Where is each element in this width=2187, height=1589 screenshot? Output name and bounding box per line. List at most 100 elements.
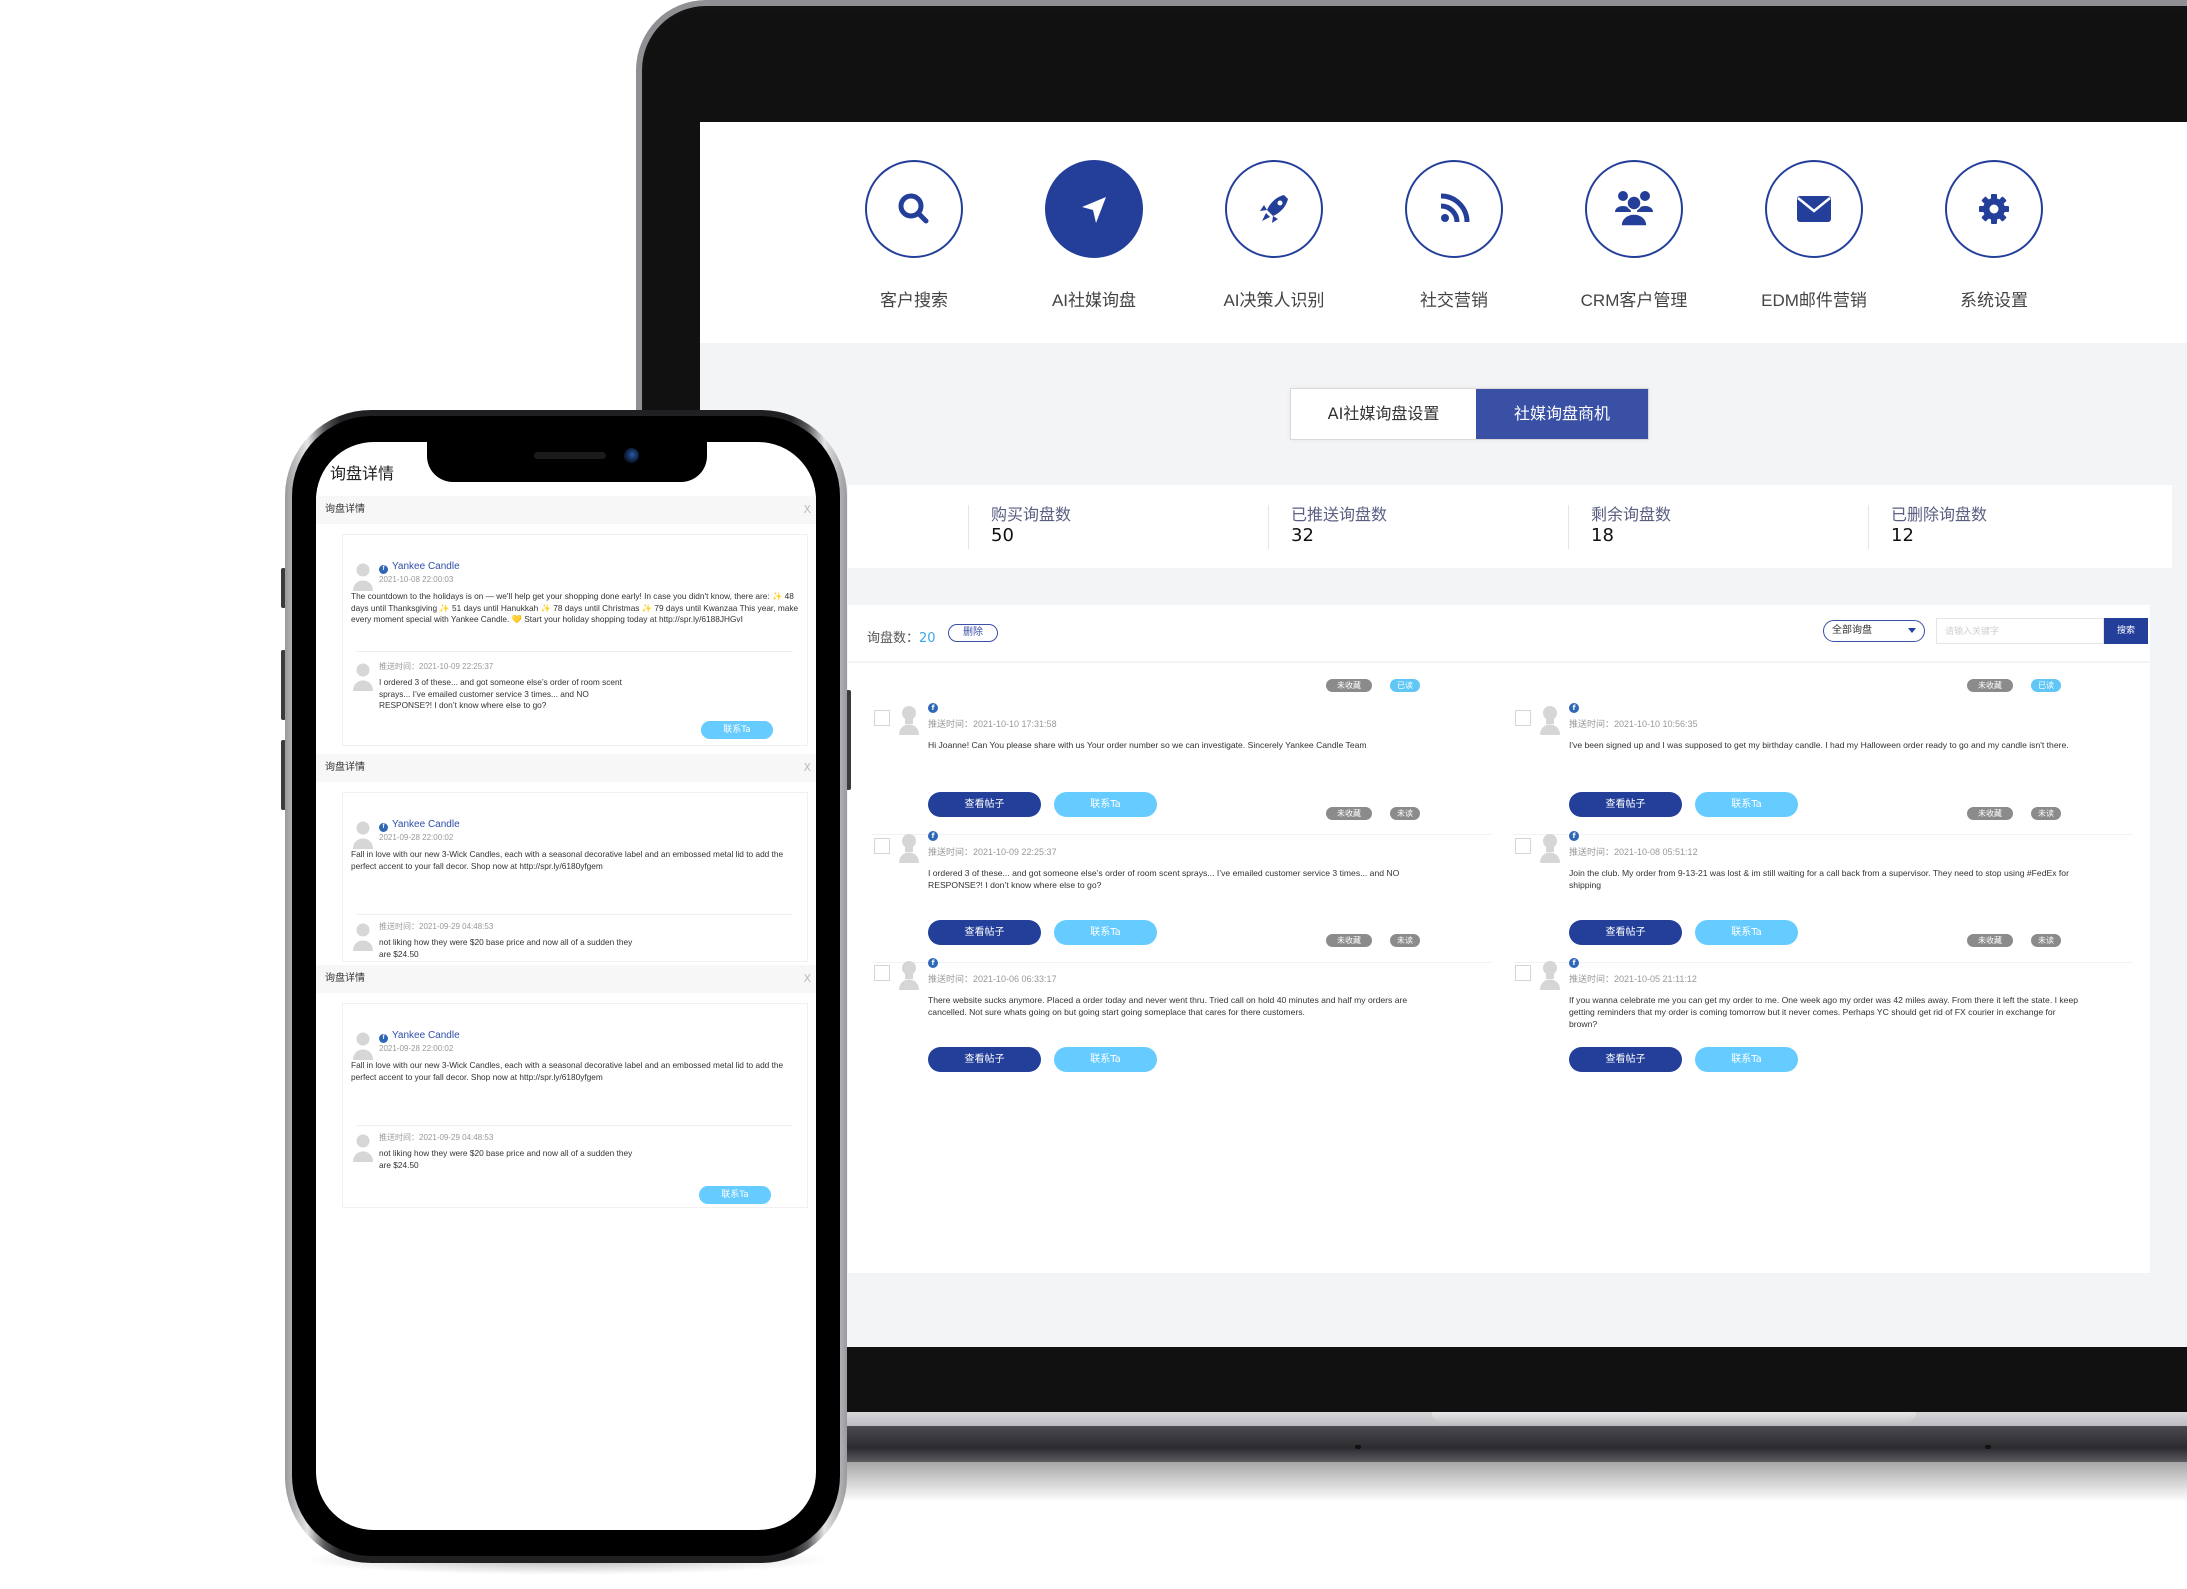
push-time: 推送时间：2021-10-05 21:11:12 [1569, 974, 1697, 984]
envelope-icon [1797, 196, 1831, 222]
stat-value: 32 [1291, 525, 1314, 546]
push-time: 推送时间：2021-10-10 17:31:58 [928, 719, 1057, 729]
nav-label: 社交营销 [1420, 291, 1488, 310]
inquiry-text: I've been signed up and I was supposed t… [1569, 740, 2069, 750]
search-icon [898, 193, 929, 224]
post-date: 2021-09-28 22:00:02 [379, 1044, 454, 1053]
avatar-placeholder-icon [898, 960, 920, 990]
read-status-badge: 已读 [2031, 679, 2061, 692]
tab-social-inquiry-leads[interactable]: 社媒询盘商机 [1476, 389, 1648, 439]
inquiry-card: 未收藏 未读 f 推送时间：2021-10-05 21:11:12 If you wan… [1503, 920, 2133, 1090]
favorite-status-badge[interactable]: 未收藏 [1967, 934, 2013, 947]
close-icon[interactable]: X [803, 754, 811, 782]
inquiry-count: 询盘数：20 [867, 627, 936, 646]
contact-button[interactable]: 联系Ta [701, 721, 773, 739]
nav-item-crm[interactable]: CRM客户管理 [1564, 160, 1704, 310]
section-divider [357, 1125, 793, 1126]
brand-name[interactable]: f Yankee Candle [379, 1030, 460, 1043]
close-icon[interactable]: X [803, 496, 811, 524]
read-status-badge: 已读 [1390, 679, 1420, 692]
close-icon[interactable]: X [803, 965, 811, 993]
modal-title: 询盘详情 [325, 762, 365, 773]
nav-item-ai-social-inquiry[interactable]: AI社媒询盘 [1024, 160, 1164, 310]
inquiry-text: If you wanna celebrate me you can get my… [1569, 995, 2079, 1029]
favorite-status-badge[interactable]: 未收藏 [1967, 679, 2013, 692]
select-checkbox[interactable] [874, 965, 890, 981]
post-text: Fall in love with our new 3-Wick Candles… [351, 849, 784, 871]
view-post-button[interactable]: 查看帖子 [928, 1047, 1041, 1072]
filter-value: 全部询盘 [1832, 625, 1872, 636]
favorite-status-badge[interactable]: 未收藏 [1326, 934, 1372, 947]
favorite-status-badge[interactable]: 未收藏 [1326, 807, 1372, 820]
stat-label: 已删除询盘数 [1891, 505, 1988, 524]
nav-item-social-marketing[interactable]: 社交营销 [1384, 160, 1524, 310]
nav-circle [1945, 160, 2043, 258]
modal-title: 询盘详情 [325, 973, 365, 984]
inquiry-filter-select[interactable]: 全部询盘 [1823, 620, 1925, 642]
facebook-icon: f [1569, 958, 1579, 968]
laptop-foot [1985, 1445, 1991, 1449]
nav-circle [1045, 160, 1143, 258]
stat-label: 购买询盘数 [991, 505, 1072, 524]
favorite-status-badge[interactable]: 未收藏 [1326, 679, 1372, 692]
phone-page-title: 询盘详情 [330, 464, 395, 483]
favorite-status-badge[interactable]: 未收藏 [1967, 807, 2013, 820]
avatar-placeholder-icon [353, 1032, 373, 1060]
facebook-icon: f [1569, 703, 1579, 713]
nav-label: AI社媒询盘 [1051, 291, 1137, 310]
laptop-foot [1355, 1445, 1361, 1449]
stat-label: 已推送询盘数 [1291, 505, 1388, 524]
count-value: 20 [919, 631, 936, 646]
phone-notch [427, 442, 707, 482]
facebook-icon: f [1569, 831, 1579, 841]
stat-value: 12 [1891, 525, 1914, 546]
post-text: The countdown to the holidays is on — we… [351, 591, 799, 624]
inquiry-card: 未收藏 未读 f 推送时间：2021-10-06 06:33:17 There webs… [862, 920, 1492, 1090]
contact-button[interactable]: 联系Ta [699, 1186, 771, 1204]
keyword-search-input[interactable] [1936, 618, 2104, 644]
avatar-placeholder-icon [1539, 705, 1561, 735]
avatar-placeholder-icon [353, 563, 373, 591]
laptop-screen: 客户搜索 AI社媒询盘 AI决策人识别 社交营销 CRM客户管理 EDM邮件营销… [700, 122, 2187, 1347]
push-time: 推送时间：2021-10-10 10:56:35 [1569, 719, 1698, 729]
detail-modal-header: 询盘详情 X [316, 754, 816, 782]
reply-push-time: 推送时间：2021-09-29 04:48:53 [379, 1133, 494, 1142]
avatar-placeholder-icon [353, 663, 373, 691]
stats-panel: 购买询盘数 50 已推送询盘数 32 剩余询盘数 18 已删除询盘数 12 [848, 485, 2172, 568]
contact-button[interactable]: 联系Ta [1054, 1047, 1157, 1072]
select-checkbox[interactable] [874, 710, 890, 726]
contact-button[interactable]: 联系Ta [1695, 1047, 1798, 1072]
nav-item-edm[interactable]: EDM邮件营销 [1744, 160, 1884, 310]
read-status-badge: 未读 [1390, 934, 1420, 947]
select-checkbox[interactable] [1515, 965, 1531, 981]
facebook-icon: f [928, 831, 938, 841]
inquiry-text: Hi Joanne! Can You please share with us … [928, 740, 1367, 750]
post-text: Fall in love with our new 3-Wick Candles… [351, 1060, 784, 1082]
view-post-button[interactable]: 查看帖子 [1569, 1047, 1682, 1072]
facebook-icon: f [379, 1034, 388, 1043]
nav-label: EDM邮件营销 [1761, 291, 1867, 310]
nav-circle [1585, 160, 1683, 258]
search-button[interactable]: 搜索 [2104, 618, 2148, 644]
select-checkbox[interactable] [1515, 710, 1531, 726]
nav-item-customer-search[interactable]: 客户搜索 [844, 160, 984, 310]
stat-remaining: 剩余询盘数 18 [1568, 505, 1671, 549]
front-camera [624, 448, 639, 463]
tab-ai-inquiry-settings[interactable]: AI社媒询盘设置 [1291, 389, 1476, 439]
select-checkbox[interactable] [1515, 838, 1531, 854]
select-checkbox[interactable] [874, 838, 890, 854]
nav-circle [1405, 160, 1503, 258]
nav-item-ai-decision-maker[interactable]: AI决策人识别 [1204, 160, 1344, 310]
section-divider [357, 651, 793, 652]
delete-button[interactable]: 删除 [948, 624, 998, 642]
detail-modal-header: 询盘详情 X [316, 965, 816, 993]
rocket-icon [1260, 195, 1288, 223]
nav-circle [1765, 160, 1863, 258]
detail-modal-header: 询盘详情 X [316, 496, 816, 524]
brand-name[interactable]: f Yankee Candle [379, 561, 460, 574]
brand-name[interactable]: f Yankee Candle [379, 819, 460, 832]
inquiry-text: There website sucks anymore. Placed a or… [928, 995, 1408, 1017]
nav-item-settings[interactable]: 系统设置 [1924, 160, 2064, 310]
chevron-down-icon [1908, 628, 1916, 633]
nav-label: 系统设置 [1960, 291, 2028, 310]
